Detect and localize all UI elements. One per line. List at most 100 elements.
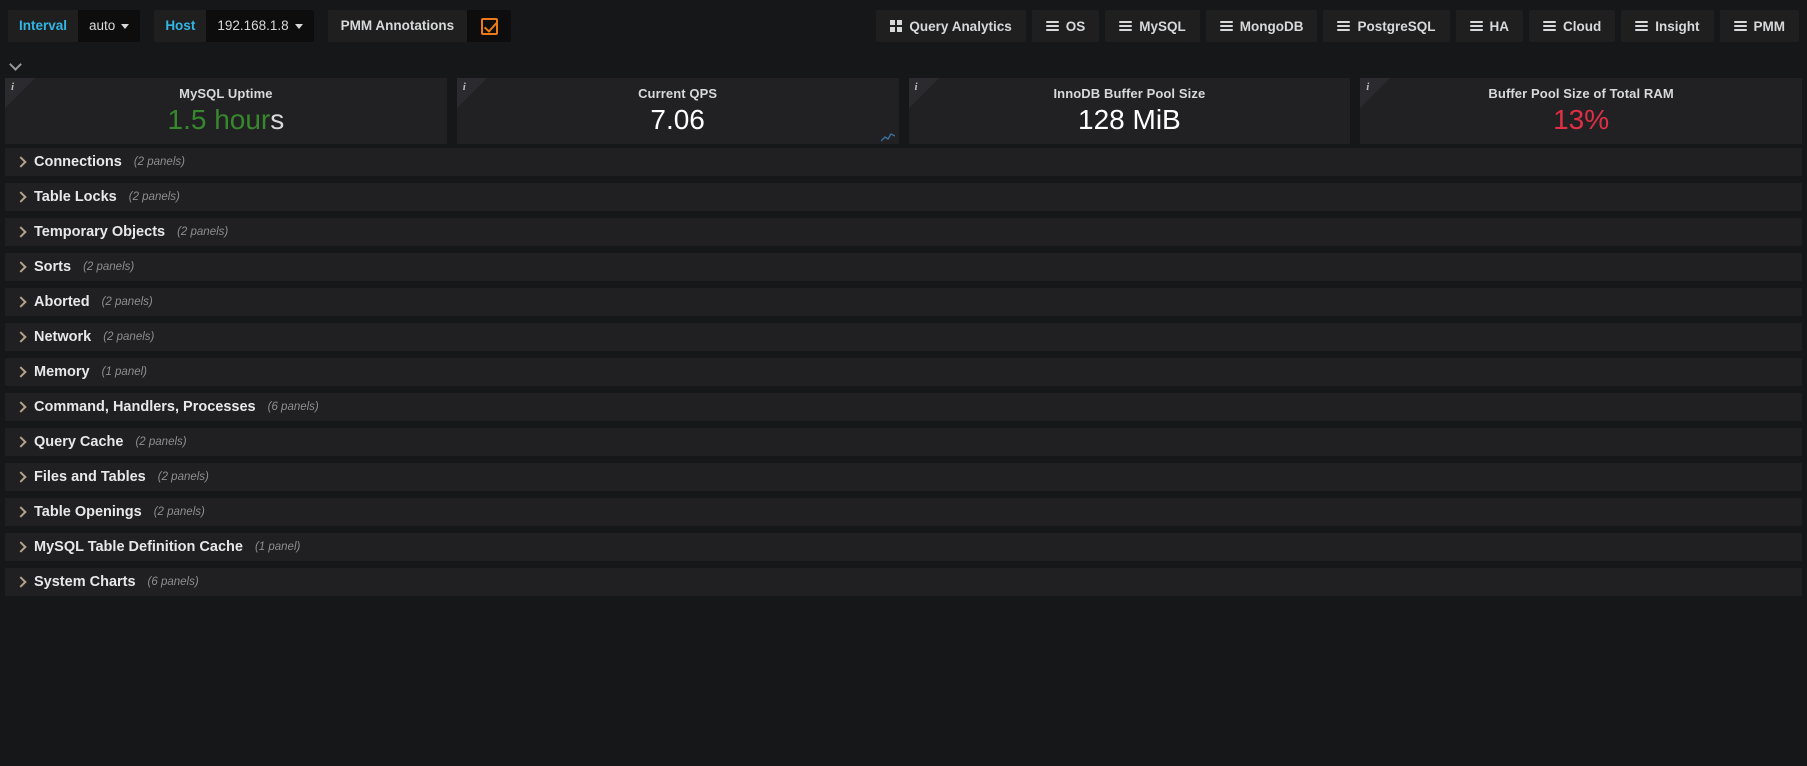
panel-corner-marker [5, 78, 35, 108]
navlink-label: OS [1065, 18, 1086, 34]
chevron-right-icon [14, 400, 28, 414]
chevron-right-icon [14, 190, 28, 204]
row-title: System Charts [34, 574, 136, 590]
stat-panel-current-qps[interactable]: i Current QPS 7.06 [456, 78, 899, 144]
navlink-label: PMM [1753, 18, 1786, 34]
row-header-aborted[interactable]: Aborted (2 panels) [5, 288, 1802, 316]
stat-panel-innodb-buffer-pool-size[interactable]: i InnoDB Buffer Pool Size 128 MiB [908, 78, 1351, 144]
row-header-connections[interactable]: Connections (2 panels) [5, 148, 1802, 176]
sparkline-icon [880, 133, 895, 142]
stat-value-suffix: s [270, 104, 285, 135]
variable-host[interactable]: Host 192.168.1.8 [154, 10, 314, 42]
chevron-down-icon [294, 23, 303, 29]
chevron-down-icon[interactable] [9, 58, 23, 72]
navlink-mongodb[interactable]: MongoDB [1205, 10, 1318, 42]
row-title: Files and Tables [34, 469, 146, 485]
menu-icon [1543, 21, 1556, 31]
row-title: Command, Handlers, Processes [34, 399, 256, 415]
panel-corner-marker [456, 78, 487, 108]
navlink-label: HA [1489, 18, 1510, 34]
row-header-command-handlers-processes[interactable]: Command, Handlers, Processes (6 panels) [5, 393, 1802, 421]
stat-value-main: 128 MiB [1078, 104, 1181, 135]
stat-panel-value: 1.5 hours [5, 101, 447, 136]
menu-icon [1733, 21, 1747, 31]
stat-panel-title: InnoDB Buffer Pool Size [1053, 86, 1206, 101]
row-header-sorts[interactable]: Sorts (2 panels) [5, 253, 1802, 281]
navlink-label: Insight [1655, 18, 1700, 34]
row-header-network[interactable]: Network (2 panels) [5, 323, 1802, 351]
navlink-postgresql[interactable]: PostgreSQL [1323, 10, 1450, 42]
row-title: Network [34, 329, 92, 345]
variable-host-label: Host [154, 10, 207, 42]
checkbox-checked-icon [480, 17, 498, 35]
template-variables-group: Interval auto Host 192.168.1.8 PMM Annot… [0, 0, 525, 52]
chevron-right-icon [14, 540, 28, 554]
variable-host-dropdown[interactable]: 192.168.1.8 [206, 10, 314, 42]
pmm-annotations-toggle[interactable]: PMM Annotations [327, 10, 512, 42]
navlink-label: Cloud [1563, 18, 1602, 34]
row-panel-count: (2 panels) [133, 156, 185, 168]
row-panel-count: (2 panels) [83, 261, 135, 273]
chevron-down-icon [121, 23, 130, 29]
row-title: Table Openings [34, 504, 142, 520]
stat-panel-title: Current QPS [638, 86, 718, 101]
navlink-insight[interactable]: Insight [1621, 10, 1714, 42]
navlink-mysql[interactable]: MySQL [1105, 10, 1200, 42]
panel-corner-marker [1360, 78, 1391, 108]
row-title: Connections [34, 154, 122, 170]
info-icon[interactable]: i [463, 81, 466, 93]
info-icon[interactable]: i [915, 81, 918, 93]
row-header-system-charts[interactable]: System Charts (6 panels) [5, 568, 1802, 596]
row-header-query-cache[interactable]: Query Cache (2 panels) [5, 428, 1802, 456]
row-title: Table Locks [34, 189, 117, 205]
grid-icon [890, 20, 903, 32]
chevron-right-icon [14, 155, 28, 169]
chevron-right-icon [14, 435, 28, 449]
panel-corner-marker [908, 78, 939, 108]
info-icon[interactable]: i [1366, 81, 1369, 93]
variable-interval-dropdown[interactable]: auto [78, 10, 141, 42]
info-icon[interactable]: i [11, 81, 14, 93]
row-panel-count: (2 panels) [103, 331, 155, 343]
navlink-cloud[interactable]: Cloud [1529, 10, 1616, 42]
menu-icon [1469, 21, 1483, 31]
row-panel-count: (1 panel) [254, 541, 301, 553]
chevron-right-icon [14, 295, 28, 309]
variable-interval[interactable]: Interval auto [8, 10, 141, 42]
row-header-memory[interactable]: Memory (1 panel) [5, 358, 1802, 386]
row-header-files-and-tables[interactable]: Files and Tables (2 panels) [5, 463, 1802, 491]
navlink-pmm[interactable]: PMM [1719, 10, 1799, 42]
menu-icon [1337, 21, 1351, 31]
row-header-table-locks[interactable]: Table Locks (2 panels) [5, 183, 1802, 211]
row-title: Aborted [34, 294, 90, 310]
pmm-annotations-checkbox[interactable] [467, 10, 512, 42]
menu-icon [1119, 21, 1133, 31]
dashboard-submenu-toolbar: Interval auto Host 192.168.1.8 PMM Annot… [0, 0, 1807, 52]
stat-panel-buffer-pool-size-of-total-ram[interactable]: i Buffer Pool Size of Total RAM 13% [1360, 78, 1802, 144]
submenu-collapse-row [0, 52, 1807, 78]
navlink-label: MongoDB [1239, 18, 1304, 34]
row-panel-count: (2 panels) [157, 471, 209, 483]
row-header-temporary-objects[interactable]: Temporary Objects (2 panels) [5, 218, 1802, 246]
navlink-os[interactable]: OS [1031, 10, 1100, 42]
row-panel-count: (6 panels) [147, 576, 199, 588]
pmm-annotations-label: PMM Annotations [327, 10, 468, 42]
row-title: Memory [34, 364, 90, 380]
menu-icon [1219, 21, 1233, 31]
stat-panel-title: Buffer Pool Size of Total RAM [1488, 86, 1674, 101]
menu-icon [1045, 21, 1059, 31]
navlink-query-analytics[interactable]: Query Analytics [876, 10, 1026, 42]
navlink-ha[interactable]: HA [1455, 10, 1523, 42]
menu-icon [1635, 21, 1649, 31]
chevron-right-icon [14, 330, 28, 344]
row-title: Query Cache [34, 434, 124, 450]
row-header-mysql-table-definition-cache[interactable]: MySQL Table Definition Cache (1 panel) [5, 533, 1802, 561]
row-title: MySQL Table Definition Cache [34, 539, 243, 555]
chevron-right-icon [14, 470, 28, 484]
row-header-table-openings[interactable]: Table Openings (2 panels) [5, 498, 1802, 526]
stat-value-main: 13% [1553, 104, 1610, 135]
stat-panel-value: 13% [1360, 101, 1802, 136]
stat-panel-mysql-uptime[interactable]: i MySQL Uptime 1.5 hours [5, 78, 447, 144]
variable-host-value: 192.168.1.8 [217, 18, 289, 33]
dashboard-nav-links: Query Analytics OS MySQL MongoDB Postgre… [870, 0, 1799, 52]
